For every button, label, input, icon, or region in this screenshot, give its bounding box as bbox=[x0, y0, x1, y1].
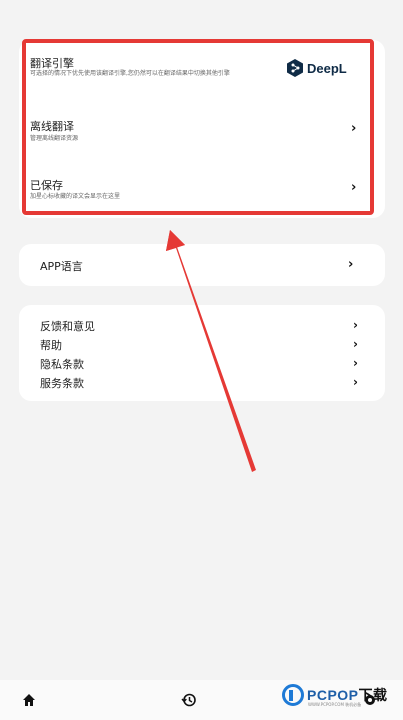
history-icon[interactable] bbox=[181, 692, 197, 708]
pcpop-logo-icon bbox=[282, 684, 304, 706]
watermark-brand-text: PCPOP bbox=[307, 687, 359, 703]
red-arrow-annotation bbox=[166, 230, 256, 472]
watermark-sub: WWW.PCPOP.COM 装机必备 bbox=[308, 702, 362, 707]
watermark-suffix-text: 下载 bbox=[358, 687, 388, 703]
home-icon[interactable] bbox=[21, 692, 37, 708]
pcpop-watermark: PCPOP下载 WWW.PCPOP.COM 装机必备 bbox=[282, 684, 388, 707]
